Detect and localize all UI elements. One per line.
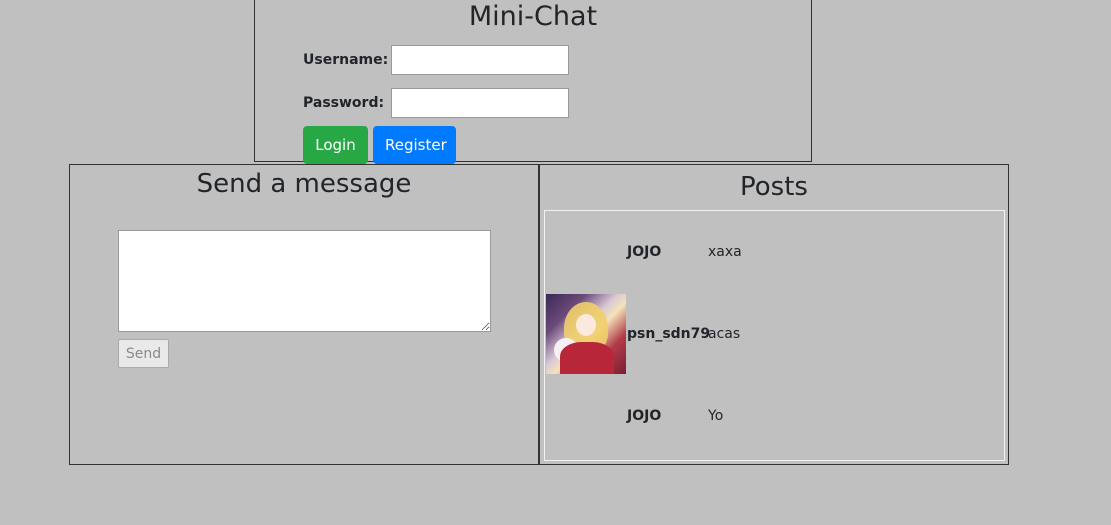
post-text: acas: [708, 326, 741, 342]
password-input[interactable]: [391, 88, 569, 118]
username-row: Username:: [303, 45, 569, 75]
password-label: Password:: [303, 95, 385, 111]
send-message-panel: Send a message Send: [69, 164, 539, 465]
register-button[interactable]: Register: [373, 126, 456, 164]
message-textarea[interactable]: [118, 230, 491, 332]
username-label: Username:: [303, 52, 389, 68]
send-button[interactable]: Send: [118, 339, 169, 368]
posts-panel: Posts JOJO xaxa psn_sdn79 acas JOJO Yo: [539, 164, 1009, 465]
login-button[interactable]: Login: [303, 126, 368, 164]
avatar-slot: [545, 293, 627, 375]
page-title: Mini-Chat: [468, 1, 598, 32]
posts-list[interactable]: JOJO xaxa psn_sdn79 acas JOJO Yo: [544, 210, 1005, 461]
post-item: psn_sdn79 acas: [545, 293, 1004, 375]
username-input[interactable]: [391, 45, 569, 75]
post-item: JOJO Yo: [545, 375, 1004, 457]
login-panel: Mini-Chat Username: Password: Login Regi…: [254, 0, 812, 164]
post-username: JOJO: [627, 244, 662, 260]
avatar-slot-empty: [545, 211, 627, 293]
post-username: JOJO: [627, 408, 662, 424]
posts-title: Posts: [740, 172, 808, 202]
post-item: JOJO xaxa: [545, 211, 1004, 293]
post-text: xaxa: [708, 244, 742, 260]
post-text: Yo: [708, 408, 724, 424]
avatar-slot-empty: [545, 375, 627, 457]
anime-girl-avatar-icon: [546, 294, 626, 374]
post-username: psn_sdn79: [627, 326, 711, 342]
send-message-title: Send a message: [196, 169, 412, 199]
password-row: Password:: [303, 88, 569, 118]
